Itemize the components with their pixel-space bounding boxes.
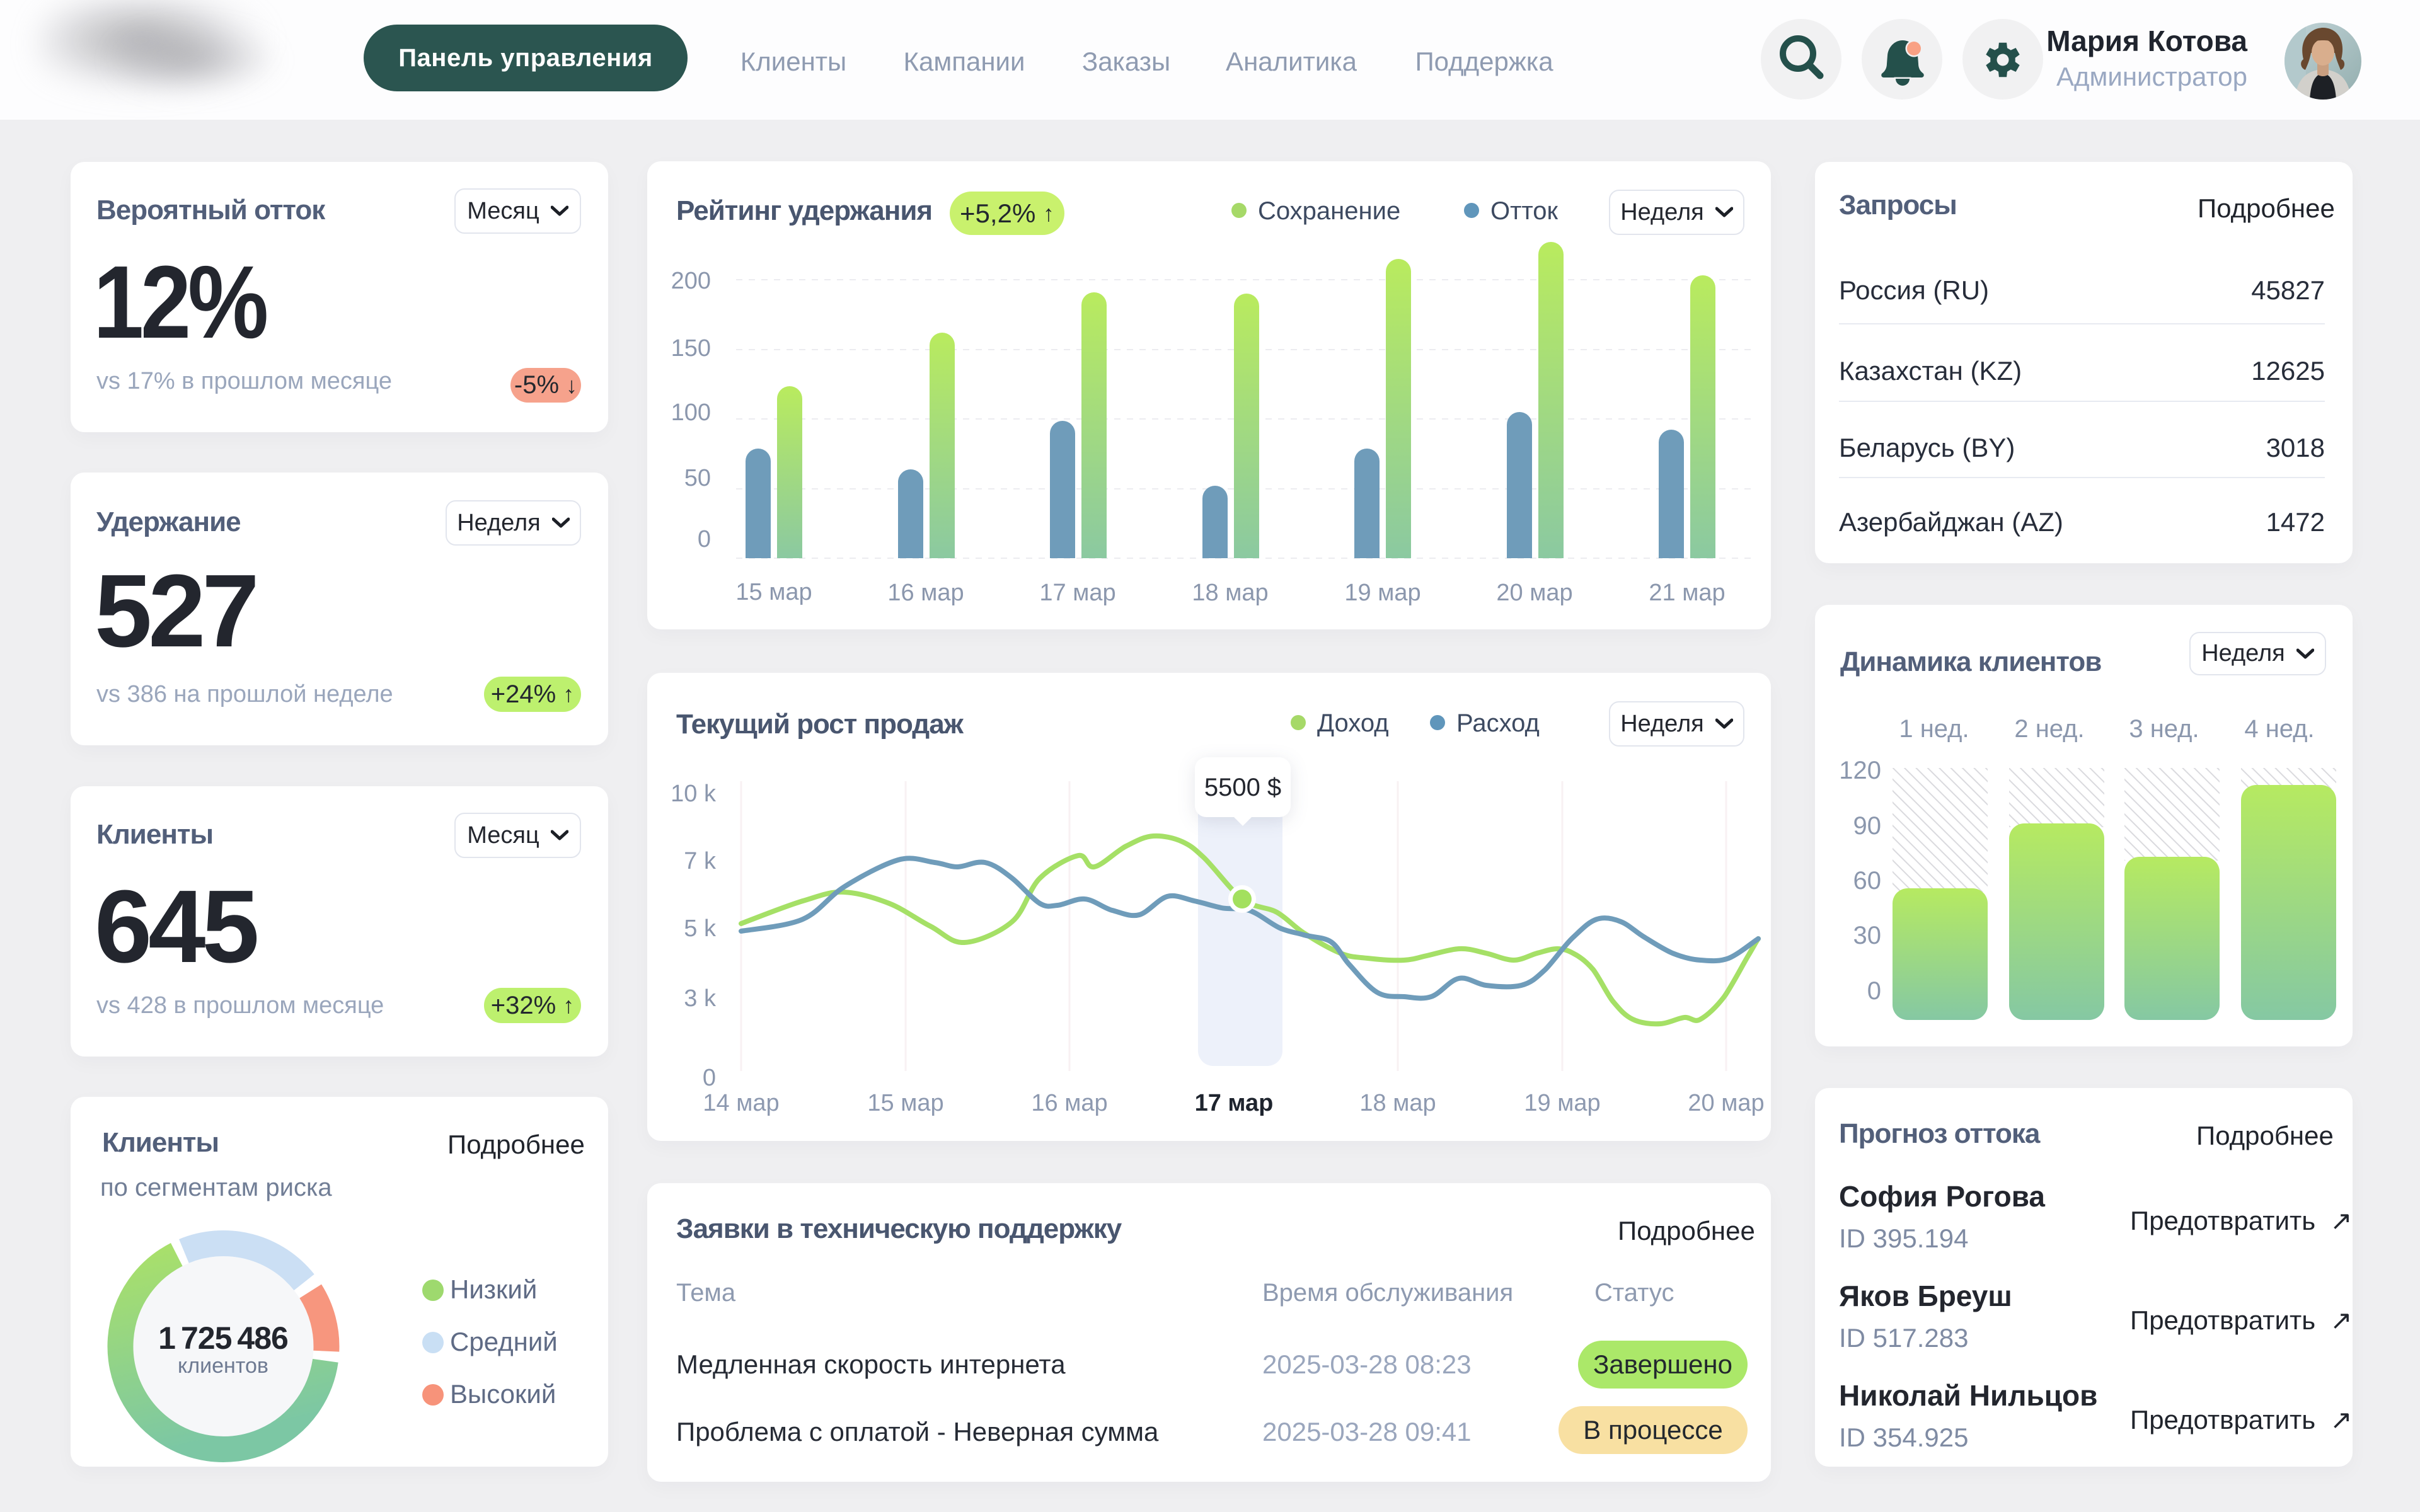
svg-text:18 мар: 18 мар bbox=[1359, 1090, 1436, 1116]
svg-text:100: 100 bbox=[671, 399, 711, 426]
svg-text:0: 0 bbox=[703, 1065, 716, 1091]
svg-text:7 k: 7 k bbox=[684, 848, 717, 874]
svg-text:4 нед.: 4 нед. bbox=[2244, 715, 2314, 743]
svg-text:20 мар: 20 мар bbox=[1688, 1090, 1764, 1116]
svg-text:0: 0 bbox=[698, 526, 711, 553]
svg-text:30: 30 bbox=[1853, 922, 1882, 949]
svg-text:1 нед.: 1 нед. bbox=[1899, 715, 1969, 743]
svg-text:50: 50 bbox=[684, 465, 711, 491]
svg-text:10 k: 10 k bbox=[671, 781, 717, 807]
svg-text:19 мар: 19 мар bbox=[1524, 1090, 1600, 1116]
svg-text:16 мар: 16 мар bbox=[1031, 1090, 1107, 1116]
svg-text:15 мар: 15 мар bbox=[867, 1090, 943, 1116]
svg-text:19 мар: 19 мар bbox=[1344, 580, 1420, 606]
svg-text:120: 120 bbox=[1839, 757, 1881, 784]
svg-text:21 мар: 21 мар bbox=[1649, 580, 1725, 606]
svg-text:3 нед.: 3 нед. bbox=[2129, 715, 2199, 743]
svg-text:2 нед.: 2 нед. bbox=[2014, 715, 2084, 743]
svg-text:5 k: 5 k bbox=[684, 915, 717, 942]
svg-text:17 мар: 17 мар bbox=[1039, 580, 1115, 606]
svg-text:17 мар: 17 мар bbox=[1195, 1090, 1274, 1116]
svg-text:16 мар: 16 мар bbox=[887, 580, 964, 606]
svg-text:14 мар: 14 мар bbox=[703, 1090, 779, 1116]
svg-text:20 мар: 20 мар bbox=[1496, 580, 1572, 606]
svg-text:3 k: 3 k bbox=[684, 985, 717, 1012]
svg-text:0: 0 bbox=[1867, 977, 1881, 1005]
svg-text:18 мар: 18 мар bbox=[1192, 580, 1268, 606]
svg-text:150: 150 bbox=[671, 335, 711, 362]
svg-text:5500 $: 5500 $ bbox=[1204, 774, 1281, 801]
svg-text:90: 90 bbox=[1853, 812, 1882, 840]
svg-text:200: 200 bbox=[671, 268, 711, 294]
svg-text:60: 60 bbox=[1853, 867, 1882, 895]
svg-text:15 мар: 15 мар bbox=[735, 579, 812, 605]
